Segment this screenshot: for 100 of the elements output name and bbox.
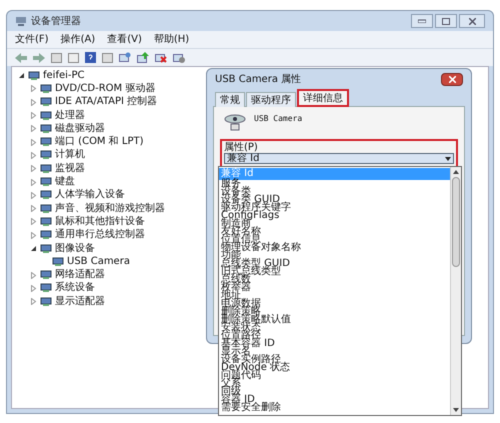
- property-dropdown[interactable]: 兼容 Id: [224, 153, 454, 164]
- tree-item[interactable]: 系统设备: [55, 282, 95, 294]
- dropdown-option[interactable]: 友好名称: [219, 228, 450, 236]
- scroll-down-icon[interactable]: [453, 407, 459, 413]
- expand-triangle-icon[interactable]: [30, 125, 37, 132]
- maximize-icon: [442, 18, 450, 24]
- expand-triangle-icon[interactable]: [30, 98, 37, 106]
- scroll-thumb[interactable]: [452, 177, 460, 267]
- device-icon: [40, 216, 52, 227]
- close-icon: [448, 76, 456, 82]
- expand-triangle-icon[interactable]: [30, 85, 37, 92]
- expand-triangle-icon[interactable]: [30, 232, 37, 239]
- computer-icon: [15, 16, 27, 26]
- dropdown-option[interactable]: 枚举器: [219, 284, 450, 292]
- tab[interactable]: 常规: [215, 92, 245, 107]
- device-icon: [40, 230, 52, 240]
- device-icon: [40, 204, 52, 214]
- tree-item[interactable]: 处理器: [55, 110, 85, 122]
- dialog-title: USB Camera 属性: [215, 72, 302, 86]
- tree-item[interactable]: 声音、视频和游戏控制器: [55, 202, 165, 215]
- menu-item[interactable]: 文件(F): [15, 32, 49, 47]
- uninstall-icon[interactable]: [155, 52, 167, 63]
- minimize-icon: [418, 19, 426, 23]
- dropdown-option[interactable]: 安装状态: [219, 324, 450, 332]
- device-icon: [40, 296, 52, 307]
- device-icon: [52, 256, 64, 267]
- close-button[interactable]: [441, 72, 463, 86]
- scroll-up-icon[interactable]: [453, 169, 459, 175]
- dropdown-option[interactable]: 物理设备对象名称: [219, 244, 450, 252]
- scrollbar[interactable]: [450, 167, 461, 415]
- dropdown-option[interactable]: 设备类: [219, 188, 450, 196]
- tree-item[interactable]: USB Camera: [67, 256, 130, 268]
- collapse-triangle-icon[interactable]: [30, 245, 37, 252]
- device-icon: [40, 110, 52, 121]
- tree-item[interactable]: 鼠标和其他指针设备: [55, 216, 145, 228]
- tree-item[interactable]: feifei-PC: [43, 70, 85, 82]
- expand-triangle-icon[interactable]: [30, 152, 37, 159]
- tab[interactable]: 详细信息: [297, 89, 349, 107]
- panel-icon[interactable]: [51, 52, 62, 62]
- tree-item[interactable]: 通用串行总线控制器: [55, 229, 145, 242]
- expand-triangle-icon[interactable]: [30, 284, 37, 292]
- expand-triangle-icon[interactable]: [30, 272, 37, 279]
- dropdown-option[interactable]: 基本容器 ID: [219, 340, 450, 348]
- expand-triangle-icon[interactable]: [30, 112, 37, 120]
- tree-item[interactable]: 人体学输入设备: [55, 189, 125, 202]
- collapse-triangle-icon[interactable]: [18, 72, 25, 80]
- device-icon: [40, 124, 52, 134]
- forward-arrow-icon[interactable]: [33, 52, 45, 62]
- tree-item[interactable]: 端口 (COM 和 LPT): [55, 136, 144, 148]
- expand-triangle-icon[interactable]: [30, 192, 37, 199]
- dropdown-option[interactable]: 旧式总线类型: [219, 268, 450, 276]
- expand-triangle-icon[interactable]: [30, 298, 37, 306]
- dropdown-value: 兼容 Id: [227, 154, 260, 164]
- menu-item[interactable]: 操作(A): [60, 32, 96, 47]
- dropdown-option[interactable]: 父系: [219, 380, 450, 388]
- device-icon: [40, 177, 52, 188]
- dropdown-option[interactable]: 问题代码: [219, 372, 450, 380]
- device-icon: [40, 190, 52, 200]
- tree-item[interactable]: 显示适配器: [55, 296, 105, 308]
- dropdown-option[interactable]: 电源数据: [219, 300, 450, 308]
- device-icon: [40, 84, 52, 94]
- page-icon[interactable]: [68, 52, 79, 62]
- webcam-icon: [224, 113, 246, 131]
- tree-item[interactable]: 监视器: [55, 162, 85, 175]
- close-icon: [468, 18, 476, 24]
- menu-item[interactable]: 帮助(H): [154, 32, 190, 47]
- tree-item[interactable]: IDE ATA/ATAPI 控制器: [55, 96, 158, 108]
- dropdown-option[interactable]: DevNode 状态: [219, 364, 450, 372]
- expand-triangle-icon[interactable]: [30, 165, 37, 172]
- menu-item[interactable]: 查看(V): [107, 32, 142, 47]
- tree-item[interactable]: 图像设备: [55, 242, 95, 254]
- device-icon: [28, 70, 40, 81]
- tree-item[interactable]: DVD/CD-ROM 驱动器: [55, 82, 156, 95]
- tree-item[interactable]: 键盘: [55, 176, 75, 188]
- expand-triangle-icon[interactable]: [30, 205, 37, 212]
- tree-item[interactable]: 网络适配器: [55, 269, 105, 282]
- dropdown-option[interactable]: 同级: [219, 388, 450, 396]
- minimize-button[interactable]: [411, 14, 433, 28]
- scan-icon[interactable]: [119, 52, 131, 63]
- expand-triangle-icon[interactable]: [30, 138, 37, 146]
- tab[interactable]: 驱动程序: [246, 92, 296, 107]
- back-arrow-icon[interactable]: [15, 52, 27, 62]
- device-icon: [40, 244, 52, 254]
- expand-triangle-icon[interactable]: [30, 178, 37, 186]
- disable-icon[interactable]: [173, 52, 185, 63]
- dropdown-option[interactable]: 删除策略默认值: [219, 316, 450, 324]
- update-driver-icon[interactable]: [137, 52, 149, 63]
- dropdown-option[interactable]: ConfigFlags: [219, 212, 450, 220]
- device-icon: [40, 164, 52, 174]
- close-button[interactable]: [459, 14, 485, 28]
- help-icon[interactable]: [85, 52, 96, 63]
- expand-triangle-icon[interactable]: [30, 218, 37, 226]
- tree-item[interactable]: 磁盘驱动器: [55, 122, 105, 135]
- panel-icon[interactable]: [102, 52, 113, 62]
- tree-item[interactable]: 计算机: [55, 149, 85, 162]
- dropdown-arrow-icon: [445, 156, 451, 160]
- dropdown-option[interactable]: 驱动程序关键字: [219, 204, 450, 212]
- window-title: 设备管理器: [31, 14, 81, 28]
- maximize-button[interactable]: [435, 14, 457, 28]
- property-label: 属性(P): [224, 142, 259, 153]
